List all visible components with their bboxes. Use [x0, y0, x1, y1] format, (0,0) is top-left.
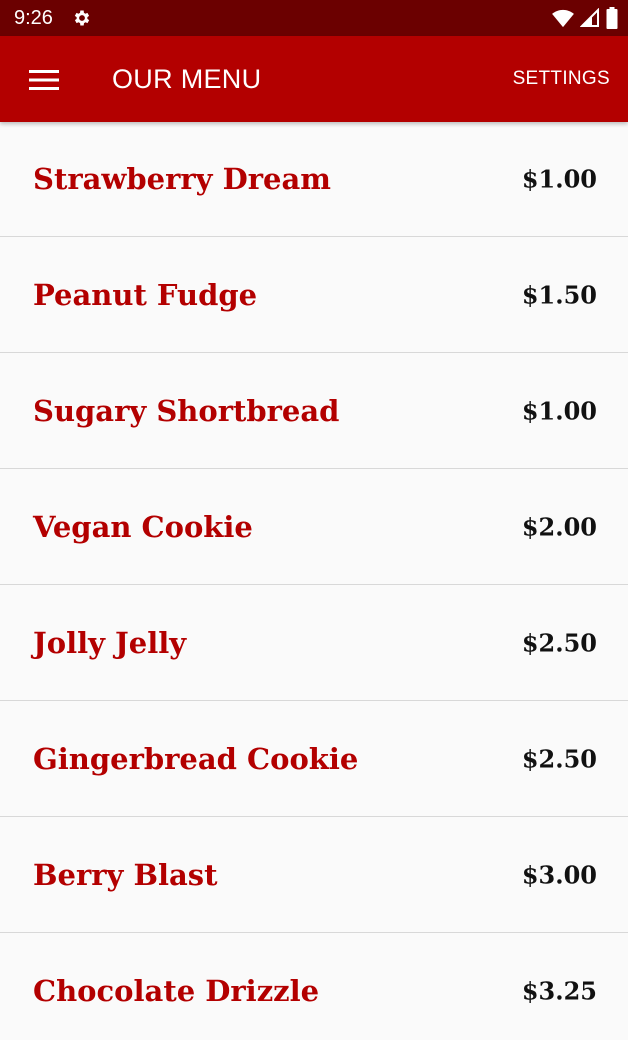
status-time: 9:26 [14, 7, 53, 29]
menu-item-row[interactable]: Vegan Cookie $2.00 [0, 469, 628, 585]
menu-item-row[interactable]: Gingerbread Cookie $2.50 [0, 701, 628, 817]
app-bar: OUR MENU SETTINGS [0, 36, 628, 122]
menu-item-price: $1.00 [521, 396, 597, 425]
menu-item-row[interactable]: Peanut Fudge $1.50 [0, 237, 628, 353]
menu-item-row[interactable]: Berry Blast $3.00 [0, 817, 628, 933]
menu-item-name: Chocolate Drizzle [33, 973, 320, 1008]
settings-button[interactable]: SETTINGS [513, 66, 610, 92]
menu-item-name: Strawberry Dream [33, 162, 331, 196]
menu-list: Strawberry Dream $1.00 Peanut Fudge $1.5… [0, 122, 628, 1040]
menu-item-name: Jolly Jelly [33, 625, 187, 660]
menu-item-name: Vegan Cookie [33, 509, 253, 544]
status-icons [552, 7, 618, 29]
menu-item-row[interactable]: Sugary Shortbread $1.00 [0, 353, 628, 469]
menu-item-row[interactable]: Chocolate Drizzle $3.25 [0, 933, 628, 1040]
menu-button[interactable] [22, 60, 66, 100]
menu-item-price: $2.00 [521, 512, 597, 541]
page-title: OUR MENU [112, 64, 262, 94]
menu-item-price: $2.50 [521, 744, 597, 773]
menu-item-row[interactable]: Strawberry Dream $1.00 [0, 122, 628, 237]
gear-icon [74, 10, 90, 26]
hamburger-menu-icon [29, 70, 59, 90]
status-bar: 9:26 [0, 0, 628, 36]
wifi-icon [552, 9, 574, 28]
menu-item-name: Gingerbread Cookie [33, 741, 359, 776]
menu-item-name: Berry Blast [33, 857, 218, 892]
menu-item-row[interactable]: Jolly Jelly $2.50 [0, 585, 628, 701]
menu-item-price: $3.00 [521, 860, 597, 889]
menu-item-price: $1.50 [521, 280, 597, 309]
menu-item-price: $2.50 [521, 628, 597, 657]
menu-item-price: $1.00 [521, 164, 597, 194]
menu-item-name: Sugary Shortbread [33, 393, 340, 428]
cell-signal-icon [580, 8, 599, 27]
menu-item-price: $3.25 [521, 976, 597, 1005]
battery-icon [606, 7, 618, 29]
menu-item-name: Peanut Fudge [33, 277, 258, 312]
app-screen: 9:26 OUR MENU SETTINGS Strawberry Dream … [0, 0, 628, 1040]
